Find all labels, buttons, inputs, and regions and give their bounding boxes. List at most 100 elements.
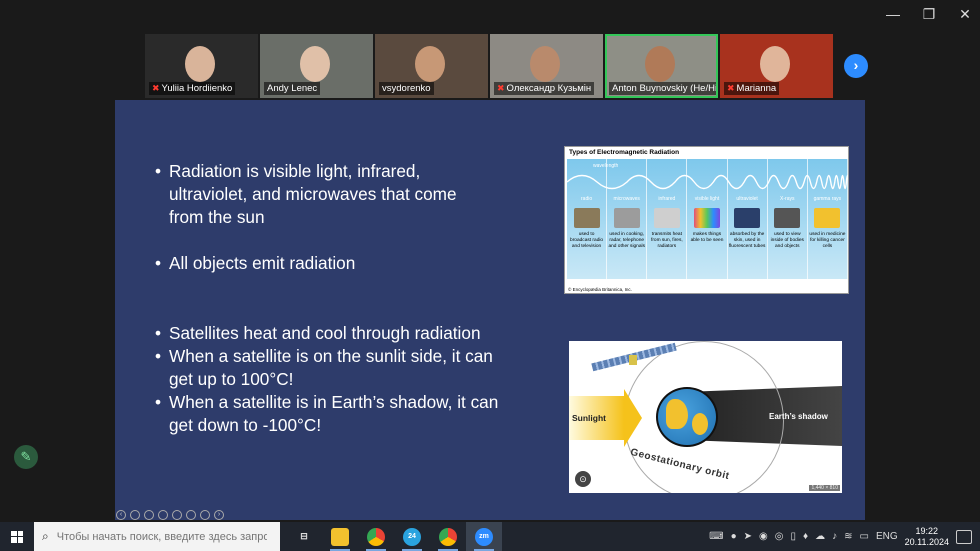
clock[interactable]: 19:22 20.11.2024 bbox=[905, 526, 949, 548]
orbit-diagram: Sunlight Earth’s shadow Geostationary or… bbox=[569, 341, 842, 493]
task-view-icon: ⊟ bbox=[300, 531, 308, 541]
caption-icon[interactable] bbox=[158, 510, 168, 520]
clock-date: 20.11.2024 bbox=[904, 536, 949, 547]
cloud-icon[interactable]: ☁ bbox=[815, 531, 825, 542]
folder-icon bbox=[331, 527, 349, 546]
participant-name-text: Andy Lenec bbox=[267, 83, 318, 94]
em-column-desc: used in cooking, radar, telephone and ot… bbox=[608, 232, 645, 249]
em-column-desc: absorbed by the skin, used in fluorescen… bbox=[728, 232, 766, 249]
minimize-button[interactable]: — bbox=[886, 6, 900, 23]
em-column: microwaves used in cooking, radar, teleph… bbox=[607, 159, 648, 279]
notifications-icon[interactable] bbox=[956, 529, 972, 544]
next-participants-button[interactable]: › bbox=[844, 54, 868, 78]
participant-tile[interactable]: Anton Buynovskiy (He/Hi... bbox=[605, 34, 718, 98]
participant-name: vsydorenko bbox=[379, 82, 434, 95]
restore-button[interactable]: ❐ bbox=[922, 6, 936, 23]
slide-bullet: Satellites heat and cool through radiati… bbox=[155, 322, 515, 345]
em-column-label: radio bbox=[581, 196, 593, 202]
slide-toolbar: ‹ › bbox=[116, 510, 224, 520]
close-button[interactable]: ✕ bbox=[958, 6, 972, 23]
taskbar-chrome-2[interactable] bbox=[430, 522, 466, 551]
microphone-icon[interactable]: ♦ bbox=[803, 531, 808, 542]
taskbar-search[interactable]: ⌕ bbox=[34, 522, 280, 551]
search-input[interactable] bbox=[56, 530, 267, 543]
participant-tile[interactable]: vsydorenko bbox=[375, 34, 488, 98]
video-icon[interactable] bbox=[186, 510, 196, 520]
satellite-icon bbox=[629, 355, 637, 365]
em-column: gamma rays used in medicine for killing c… bbox=[808, 159, 848, 279]
volume-icon[interactable]: ♪ bbox=[832, 531, 837, 542]
telegram-icon: 24 bbox=[403, 527, 421, 546]
image-search-icon[interactable]: ⊙ bbox=[575, 471, 591, 487]
participant-tile[interactable]: Andy Lenec bbox=[260, 34, 373, 98]
em-column: ultraviolet absorbed by the skin, used in… bbox=[728, 159, 768, 279]
participant-tile[interactable]: ✖ Олександр Кузьмін bbox=[490, 34, 603, 98]
em-column: infrared transmits heat from sun, fires, … bbox=[647, 159, 688, 279]
em-example-icon bbox=[814, 208, 841, 228]
earth-land bbox=[666, 399, 688, 429]
task-view-button[interactable]: ⊟ bbox=[286, 522, 322, 551]
zoom-icon: zm bbox=[475, 527, 493, 546]
zoom-icon[interactable] bbox=[144, 510, 154, 520]
earth-land bbox=[692, 413, 708, 435]
em-column: radio used to broadcast radio and televis… bbox=[567, 159, 608, 279]
clock-time: 19:22 bbox=[915, 525, 939, 536]
em-example-icon bbox=[573, 208, 600, 228]
em-column-label: infrared bbox=[658, 196, 676, 202]
participant-name: Anton Buynovskiy (He/Hi... bbox=[609, 82, 716, 95]
taskbar-telegram[interactable]: 24 bbox=[394, 522, 430, 551]
em-columns: radio used to broadcast radio and televis… bbox=[567, 159, 848, 279]
em-column-label: X-rays bbox=[780, 196, 795, 202]
prev-slide-icon[interactable]: ‹ bbox=[116, 510, 126, 520]
em-column-label: microwaves bbox=[613, 196, 640, 202]
em-example-icon bbox=[693, 208, 720, 228]
participant-video bbox=[415, 46, 446, 82]
em-column-label: ultraviolet bbox=[736, 196, 758, 202]
screen: — ❐ ✕ ✖ Yuliia Hordiienko Andy Lenec vsydor… bbox=[0, 0, 980, 551]
em-column-desc: used to view inside of bodies and object… bbox=[770, 232, 804, 249]
muted-mic-icon: ✖ bbox=[727, 83, 735, 93]
bullet-group-3: Satellites heat and cool through radiati… bbox=[155, 322, 515, 437]
image-dimensions: 1,440 × 810 bbox=[809, 485, 840, 491]
em-example-icon bbox=[653, 208, 680, 228]
participant-name: ✖ Олександр Кузьмін bbox=[494, 82, 595, 95]
chrome-icon bbox=[367, 527, 385, 546]
shadow-label: Earth’s shadow bbox=[769, 412, 828, 421]
em-column-desc: makes things able to be seen bbox=[690, 232, 724, 243]
pen-icon[interactable] bbox=[130, 510, 140, 520]
earth-globe bbox=[656, 387, 718, 447]
taskbar-chrome[interactable] bbox=[358, 522, 394, 551]
keyboard-icon[interactable]: ⌨ bbox=[709, 531, 723, 542]
taskbar-explorer[interactable] bbox=[322, 522, 358, 551]
taskbar: ⌕ ⊟ 24 zm ⌨ ● ➤ ◉ ◎ ▯ ♦ ☁ ♪ ≋ ▭ ENG 19:2… bbox=[0, 522, 980, 551]
participant-tile[interactable]: ✖ Yuliia Hordiienko bbox=[145, 34, 258, 98]
participant-name-text: Yuliia Hordiienko bbox=[161, 83, 233, 94]
zoom-tray-icon[interactable]: ● bbox=[731, 531, 737, 542]
em-example-icon bbox=[613, 208, 640, 228]
telegram-tray-icon[interactable]: ➤ bbox=[744, 531, 752, 542]
grid-icon[interactable] bbox=[172, 510, 182, 520]
more-icon[interactable] bbox=[200, 510, 210, 520]
participant-video bbox=[760, 46, 791, 82]
battery-icon[interactable]: ▭ bbox=[859, 531, 868, 542]
participant-video bbox=[645, 46, 676, 82]
participant-name: ✖ Marianna bbox=[724, 82, 780, 95]
language-indicator[interactable]: ENG bbox=[876, 531, 898, 542]
next-slide-icon[interactable]: › bbox=[214, 510, 224, 520]
taskbar-zoom[interactable]: zm bbox=[466, 522, 502, 551]
muted-mic-icon: ✖ bbox=[152, 83, 160, 93]
system-tray: ⌨ ● ➤ ◉ ◎ ▯ ♦ ☁ ♪ ≋ ▭ ENG 19:22 20.11.20… bbox=[709, 522, 980, 551]
viber-tray-icon[interactable]: ◉ bbox=[759, 531, 768, 542]
search-icon: ⌕ bbox=[42, 529, 49, 543]
participant-video bbox=[530, 46, 561, 82]
bullet-group-1: Radiation is visible light, infrared, ul… bbox=[155, 160, 495, 229]
em-example-icon bbox=[774, 208, 801, 228]
participant-tile[interactable]: ✖ Marianna bbox=[720, 34, 833, 98]
chrome-tray-icon[interactable]: ◎ bbox=[775, 531, 784, 542]
usb-icon[interactable]: ▯ bbox=[790, 531, 796, 542]
annotate-pencil-icon[interactable]: ✎ bbox=[14, 445, 38, 469]
slide-bullet: When a satellite is on the sunlit side, … bbox=[155, 345, 515, 391]
wifi-icon[interactable]: ≋ bbox=[844, 531, 852, 542]
start-button[interactable] bbox=[0, 522, 34, 551]
participant-video bbox=[185, 46, 216, 82]
